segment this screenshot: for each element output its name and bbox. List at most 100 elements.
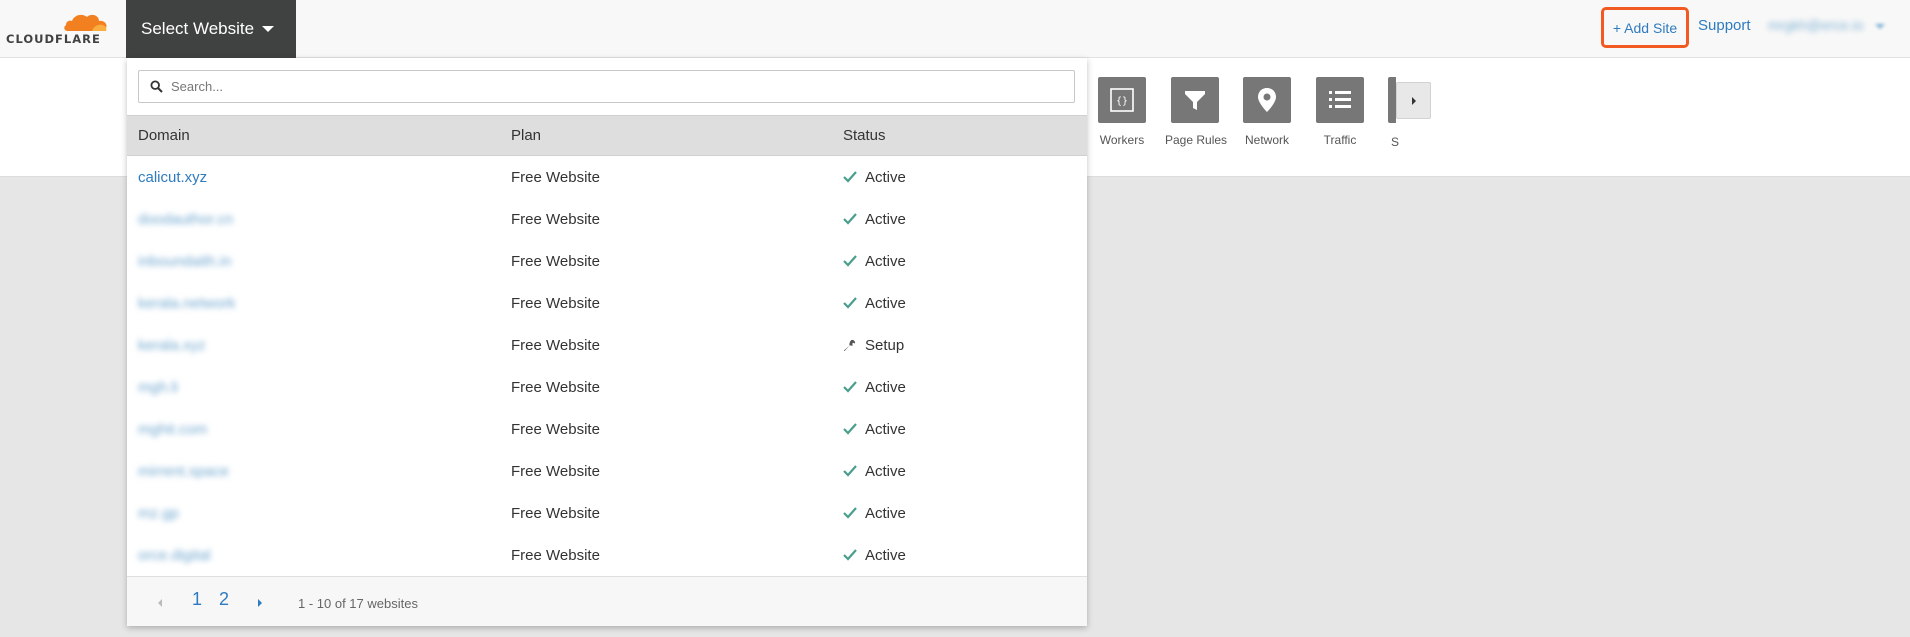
search-box xyxy=(138,70,1075,103)
status-cell: Active xyxy=(843,253,906,270)
apps-scroll-right-button[interactable] xyxy=(1396,82,1431,119)
support-link[interactable]: Support xyxy=(1698,17,1751,34)
map-pin-icon xyxy=(1243,77,1291,123)
status-cell: Setup xyxy=(843,337,904,354)
plan-cell: Free Website xyxy=(511,295,600,312)
page-1-button[interactable]: 1 xyxy=(192,589,202,610)
app-label-network: Network xyxy=(1244,133,1289,147)
status-text: Setup xyxy=(865,337,905,354)
plan-cell: Free Website xyxy=(511,253,600,270)
check-icon xyxy=(843,212,857,227)
page-2-button[interactable]: 2 xyxy=(219,589,229,610)
user-menu-caret-icon[interactable] xyxy=(1875,24,1885,29)
status-cell: Active xyxy=(843,169,906,186)
status-text: Active xyxy=(865,253,906,270)
plan-cell: Free Website xyxy=(511,463,600,480)
domain-link[interactable]: mghit.com xyxy=(138,421,207,438)
workers-icon: {} xyxy=(1098,77,1146,123)
status-cell: Active xyxy=(843,505,906,522)
column-header-plan[interactable]: Plan xyxy=(511,127,541,144)
pagination: 1 2 1 - 10 of 17 websites xyxy=(127,576,1087,626)
domain-link[interactable]: inboundaith.in xyxy=(138,253,231,270)
status-cell: Active xyxy=(843,547,906,564)
top-header: CLOUDFLARE Select Website + Add Site Sup… xyxy=(0,0,1910,58)
table-row[interactable]: mz.gp Free Website Active xyxy=(127,492,1087,534)
status-text: Active xyxy=(865,547,906,564)
domain-link[interactable]: kerala.xyz xyxy=(138,337,206,354)
chevron-right-icon xyxy=(1411,96,1416,105)
plan-cell: Free Website xyxy=(511,169,600,186)
check-icon xyxy=(843,506,857,521)
wrench-icon xyxy=(843,339,857,353)
app-label-workers: Workers xyxy=(1099,133,1145,147)
domain-link[interactable]: kerala.network xyxy=(138,295,236,312)
next-page-button[interactable] xyxy=(258,599,262,607)
filter-icon xyxy=(1171,77,1219,123)
app-page-rules[interactable]: Page Rules xyxy=(1165,77,1228,147)
check-icon xyxy=(843,254,857,269)
table-row[interactable]: calicut.xyz Free Website Active xyxy=(127,156,1087,198)
logo-text: CLOUDFLARE xyxy=(6,32,101,46)
plan-cell: Free Website xyxy=(511,379,600,396)
plan-cell: Free Website xyxy=(511,421,600,438)
app-label-page-rules: Page Rules xyxy=(1165,133,1228,147)
select-website-dropdown[interactable]: Select Website xyxy=(126,0,296,58)
status-text: Active xyxy=(865,463,906,480)
pagination-summary: 1 - 10 of 17 websites xyxy=(298,596,418,611)
status-text: Active xyxy=(865,379,906,396)
svg-text:{}: {} xyxy=(1116,96,1128,107)
table-header: Domain Plan Status xyxy=(127,115,1087,156)
table-row[interactable]: orce.digital Free Website Active xyxy=(127,534,1087,576)
app-workers[interactable]: {} Workers xyxy=(1092,77,1152,147)
app-partial-icon[interactable] xyxy=(1388,77,1396,123)
caret-down-icon xyxy=(262,26,275,32)
plan-cell: Free Website xyxy=(511,505,600,522)
domain-link[interactable]: orce.digital xyxy=(138,547,211,564)
list-icon xyxy=(1316,77,1364,123)
app-traffic[interactable]: Traffic xyxy=(1310,77,1370,147)
select-website-label: Select Website xyxy=(141,19,255,38)
status-cell: Active xyxy=(843,295,906,312)
table-row[interactable]: inboundaith.in Free Website Active xyxy=(127,240,1087,282)
website-dropdown-panel: Domain Plan Status calicut.xyz Free Webs… xyxy=(127,58,1087,626)
domain-link[interactable]: mgh.li xyxy=(138,379,178,396)
website-list: calicut.xyz Free Website Active doodauth… xyxy=(127,156,1087,576)
chevron-right-icon xyxy=(258,599,262,607)
table-row[interactable]: mghit.com Free Website Active xyxy=(127,408,1087,450)
domain-link[interactable]: mirrent.space xyxy=(138,463,229,480)
chevron-left-icon xyxy=(158,599,162,607)
check-icon xyxy=(843,464,857,479)
status-cell: Active xyxy=(843,421,906,438)
add-site-label: + Add Site xyxy=(1612,19,1678,36)
table-row[interactable]: mirrent.space Free Website Active xyxy=(127,450,1087,492)
check-icon xyxy=(843,296,857,311)
status-text: Active xyxy=(865,295,906,312)
cloud-logo-icon xyxy=(64,14,107,31)
domain-link[interactable]: calicut.xyz xyxy=(138,169,207,186)
table-row[interactable]: doodauthor.cn Free Website Active xyxy=(127,198,1087,240)
table-row[interactable]: kerala.network Free Website Active xyxy=(127,282,1087,324)
app-partial-label: S xyxy=(1391,135,1400,149)
domain-link[interactable]: mz.gp xyxy=(138,505,179,522)
add-site-button[interactable]: + Add Site xyxy=(1601,7,1689,48)
search-icon xyxy=(150,80,163,93)
table-row[interactable]: kerala.xyz Free Website Setup xyxy=(127,324,1087,366)
user-menu[interactable]: mrgkh@erce.io xyxy=(1768,17,1863,33)
table-row[interactable]: mgh.li Free Website Active xyxy=(127,366,1087,408)
check-icon xyxy=(843,170,857,185)
status-text: Active xyxy=(865,505,906,522)
check-icon xyxy=(843,422,857,437)
check-icon xyxy=(843,380,857,395)
plan-cell: Free Website xyxy=(511,337,600,354)
status-cell: Active xyxy=(843,379,906,396)
app-network[interactable]: Network xyxy=(1237,77,1297,147)
plan-cell: Free Website xyxy=(511,547,600,564)
column-header-domain[interactable]: Domain xyxy=(138,127,190,144)
search-input[interactable] xyxy=(171,71,1061,102)
domain-link[interactable]: doodauthor.cn xyxy=(138,211,233,228)
column-header-status[interactable]: Status xyxy=(843,127,886,144)
cloudflare-logo[interactable]: CLOUDFLARE xyxy=(6,6,110,50)
app-label-traffic: Traffic xyxy=(1323,133,1357,147)
previous-page-button[interactable] xyxy=(158,599,162,607)
status-text: Active xyxy=(865,421,906,438)
